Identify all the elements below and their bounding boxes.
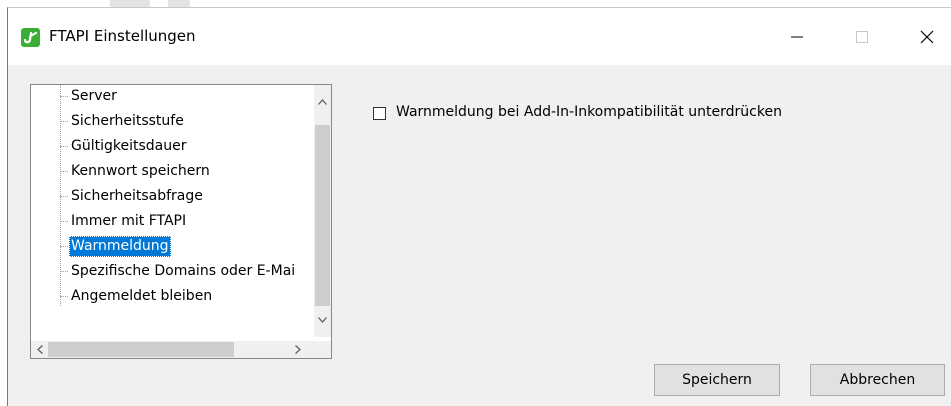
tree-item-server[interactable]: Server — [69, 86, 119, 107]
settings-dialog: FTAPI Einstellungen Server Sicherheitsst… — [7, 7, 951, 406]
scroll-right-arrow-icon[interactable] — [289, 341, 306, 358]
scroll-down-arrow-icon[interactable] — [314, 311, 331, 328]
maximize-icon — [856, 30, 868, 43]
minimize-button[interactable] — [774, 8, 820, 65]
tree-item-angemeldet-bleiben[interactable]: Angemeldet bleiben — [69, 286, 214, 307]
tree-connector — [60, 296, 68, 298]
tree-connector — [60, 221, 68, 223]
tree-item-warnmeldung[interactable]: Warnmeldung — [69, 236, 171, 257]
tree-item-kennwort-speichern[interactable]: Kennwort speichern — [69, 161, 212, 182]
scroll-left-arrow-icon[interactable] — [31, 341, 48, 358]
tree-item-gueltigkeitsdauer[interactable]: Gültigkeitsdauer — [69, 136, 188, 157]
tree-item-sicherheitsstufe[interactable]: Sicherheitsstufe — [69, 111, 186, 132]
close-icon — [920, 30, 934, 43]
close-button[interactable] — [904, 8, 950, 65]
title-bar: FTAPI Einstellungen — [8, 8, 951, 65]
cancel-button[interactable]: Abbrechen — [810, 364, 945, 396]
tree-connector — [60, 171, 68, 173]
horizontal-scrollbar[interactable] — [31, 341, 314, 358]
scrollbar-corner — [314, 341, 331, 358]
tree-connector — [60, 271, 68, 273]
tree-connector — [60, 96, 68, 98]
save-button[interactable]: Speichern — [654, 364, 780, 396]
ftapi-logo-icon — [21, 28, 40, 47]
tree-connector — [60, 196, 68, 198]
horizontal-scroll-thumb[interactable] — [48, 342, 234, 357]
window-title: FTAPI Einstellungen — [49, 27, 196, 45]
minimize-icon — [791, 36, 803, 37]
vertical-scrollbar[interactable] — [314, 85, 331, 337]
scroll-up-arrow-icon[interactable] — [314, 93, 331, 110]
vertical-scroll-thumb[interactable] — [315, 125, 330, 306]
tree-connector — [60, 146, 68, 148]
suppress-warning-label[interactable]: Warnmeldung bei Add-In-Inkompatibilität … — [396, 104, 782, 120]
tree-item-sicherheitsabfrage[interactable]: Sicherheitsabfrage — [69, 186, 205, 207]
suppress-warning-checkbox[interactable] — [373, 107, 386, 120]
tree-connector — [60, 121, 68, 123]
maximize-button — [839, 8, 885, 65]
tree-connector — [60, 246, 68, 248]
tree-item-spezifische-domains[interactable]: Spezifische Domains oder E-Mai — [69, 261, 297, 282]
tree-item-immer-mit-ftapi[interactable]: Immer mit FTAPI — [69, 211, 188, 232]
settings-tree[interactable]: Server Sicherheitsstufe Gültigkeitsdauer… — [30, 84, 332, 359]
